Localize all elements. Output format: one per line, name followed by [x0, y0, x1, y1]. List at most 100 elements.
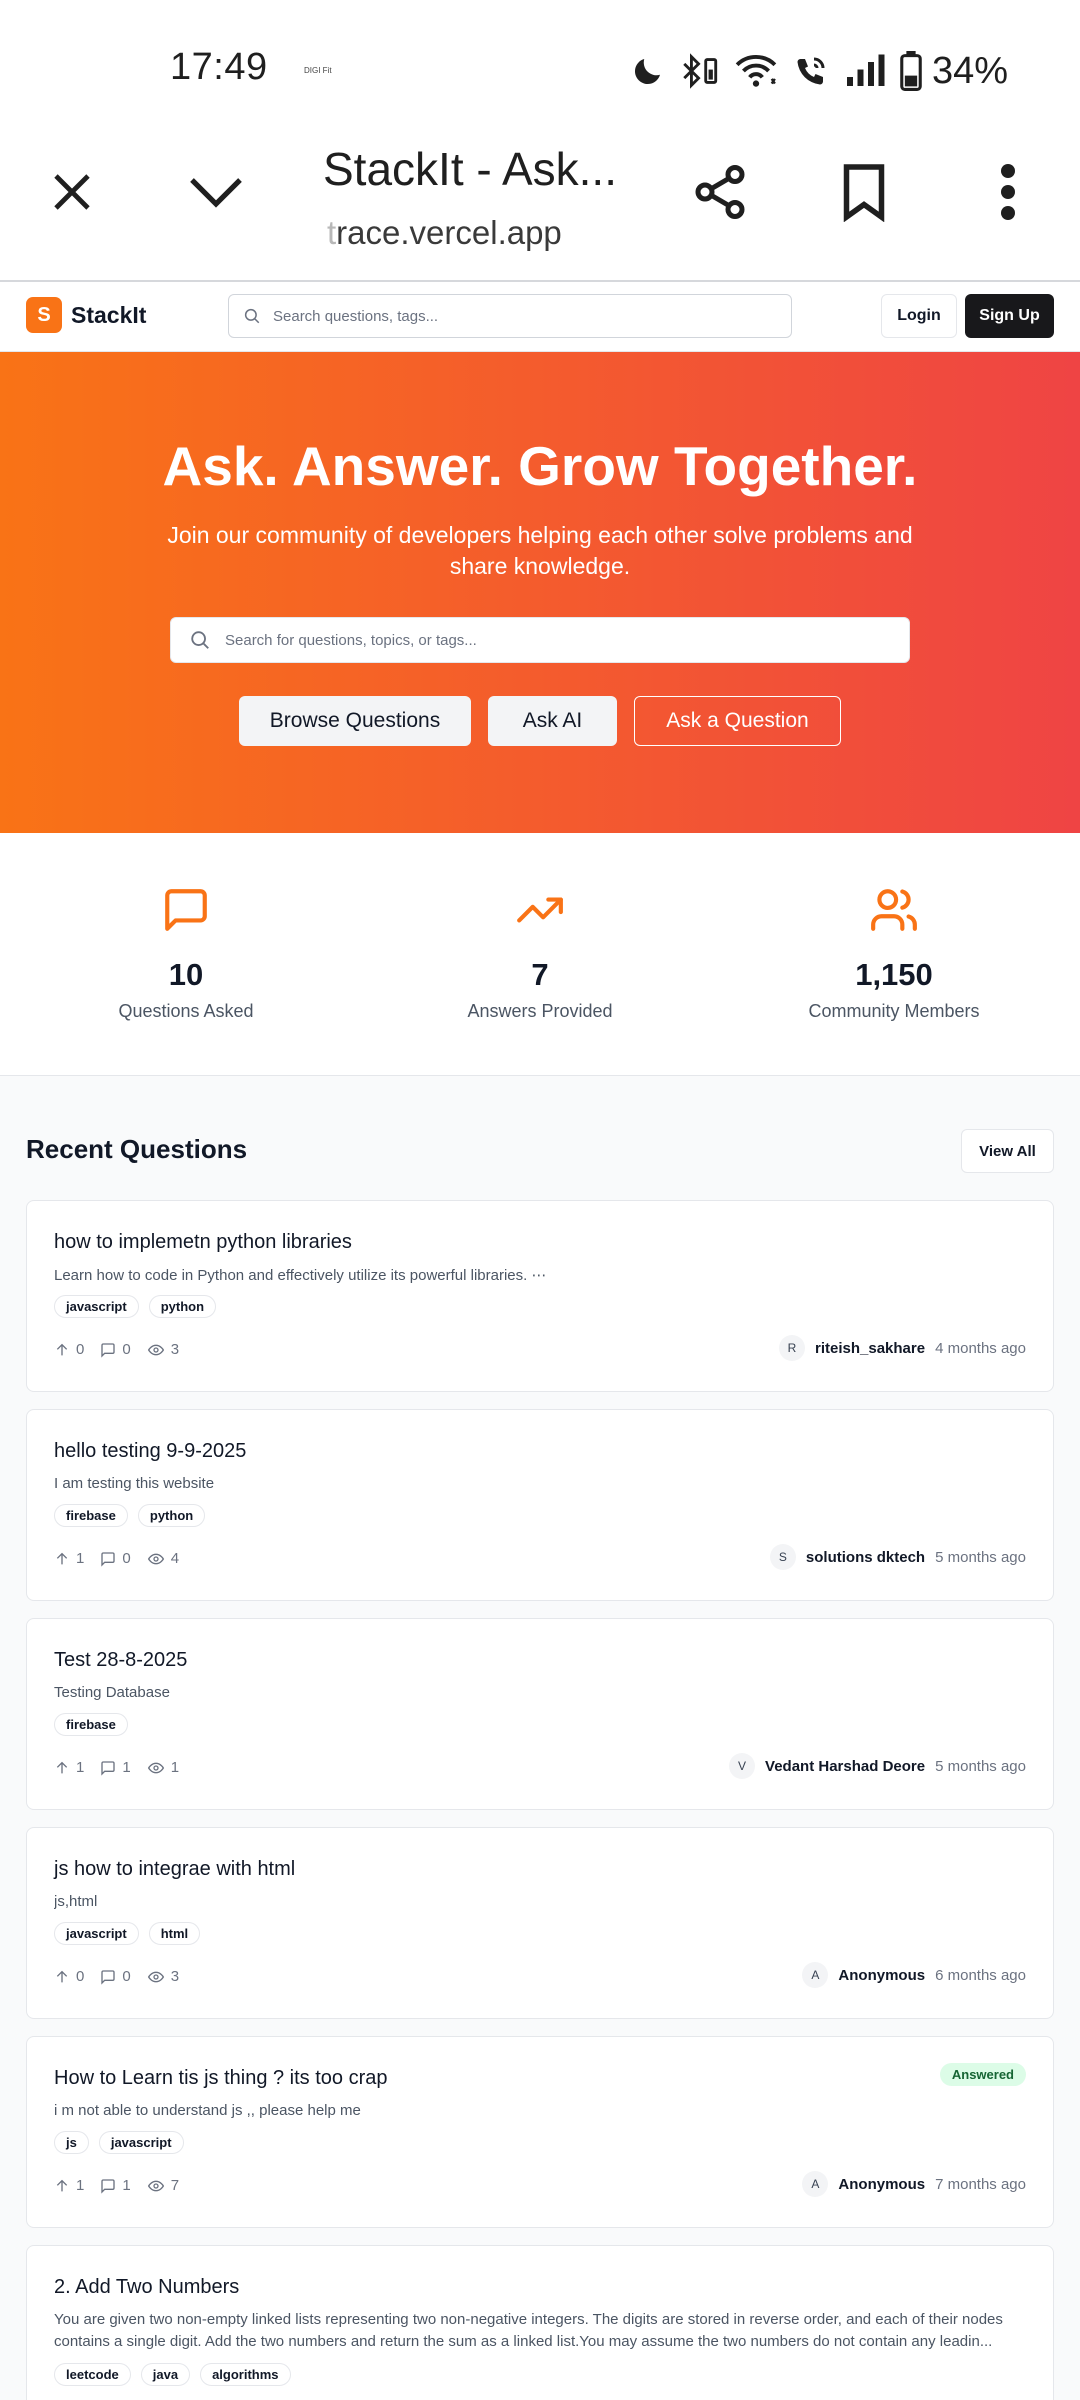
minimize-button[interactable]	[184, 160, 248, 224]
question-author[interactable]: V Vedant Harshad Deore 5 months ago	[729, 1753, 1026, 1779]
question-author[interactable]: S solutions dktech 5 months ago	[769, 1544, 1026, 1570]
arrow-up-icon	[56, 1343, 68, 1355]
stat-value: 7	[531, 957, 549, 992]
recent-questions-section: Recent Questions View All how to impleme…	[0, 1076, 1080, 2400]
battery-icon	[900, 51, 922, 91]
tag[interactable]: algorithms	[200, 2363, 291, 2386]
author-name[interactable]: Anonymous	[838, 2176, 925, 2193]
hero-subtitle: Join our community of developers helping…	[167, 522, 913, 579]
author-name[interactable]: riteish_sakhare	[815, 1340, 925, 1357]
question-title[interactable]: 2. Add Two Numbers	[54, 2276, 239, 2299]
stat-label: Community Members	[808, 1001, 980, 1021]
question-tags: javascript python	[54, 1295, 217, 1318]
question-description: I am testing this website	[54, 1475, 215, 1492]
ask-ai-button[interactable]: Ask AI	[488, 696, 617, 746]
question-author[interactable]: A Anonymous 6 months ago	[802, 1962, 1026, 1988]
share-button[interactable]	[688, 160, 752, 224]
chevron-down-icon	[190, 178, 242, 208]
tag[interactable]: javascript	[98, 2131, 184, 2154]
vote-value: 0	[76, 1968, 85, 1985]
question-card[interactable]: Test 28-8-2025 Testing Database firebase…	[26, 1618, 1054, 1810]
tag[interactable]: java	[140, 2363, 191, 2386]
eye-icon	[147, 2180, 164, 2191]
answer-count: 1	[100, 2177, 131, 2194]
logo-badge[interactable]: S	[26, 297, 62, 333]
bluetooth-battery-icon	[683, 53, 718, 89]
browse-questions-button[interactable]: Browse Questions	[239, 696, 471, 746]
question-tags: javascript html	[54, 1922, 201, 1945]
search-icon	[244, 308, 260, 324]
question-card[interactable]: how to implemetn python libraries Learn …	[26, 1200, 1054, 1392]
question-tags: firebase python	[54, 1504, 206, 1527]
time-ago: 6 months ago	[935, 1966, 1026, 1984]
question-card[interactable]: How to Learn tis js thing ? its too crap…	[26, 2036, 1054, 2228]
question-title[interactable]: Test 28-8-2025	[54, 1649, 187, 1672]
nav-search-box[interactable]	[228, 294, 792, 338]
question-description: Testing Database	[54, 1684, 170, 1701]
eye-icon	[147, 1553, 164, 1564]
browser-page-title[interactable]: StackIt - Ask...	[323, 142, 617, 196]
share-icon	[695, 165, 745, 220]
question-title[interactable]: how to implemetn python libraries	[54, 1231, 352, 1254]
tag[interactable]: python	[148, 1295, 217, 1318]
ask-question-button[interactable]: Ask a Question	[634, 696, 841, 746]
answer-count: 0	[100, 1968, 131, 1985]
answer-count: 1	[100, 1759, 131, 1776]
question-card[interactable]: js how to integrae with html js,html jav…	[26, 1827, 1054, 2019]
message-square-icon	[101, 1760, 116, 1776]
arrow-up-icon	[56, 1761, 68, 1773]
vote-count: 1	[54, 1550, 84, 1567]
tag[interactable]: firebase	[54, 1504, 128, 1527]
avatar: A	[802, 1962, 829, 1988]
eye-icon	[147, 1971, 164, 1982]
tag[interactable]: python	[137, 1504, 206, 1527]
status-carrier-text: DIGI Fit	[304, 66, 332, 75]
logo-text[interactable]: StackIt	[71, 302, 146, 329]
eye-icon	[147, 1762, 164, 1773]
browser-url[interactable]: trace.vercel.app	[327, 214, 562, 252]
question-card[interactable]: hello testing 9-9-2025 I am testing this…	[26, 1409, 1054, 1601]
more-menu-button[interactable]	[976, 160, 1040, 224]
nav-search-input[interactable]	[273, 307, 753, 325]
answer-value: 0	[122, 1550, 131, 1567]
tag[interactable]: js	[54, 2131, 89, 2154]
vote-count: 1	[54, 1759, 84, 1776]
tag[interactable]: javascript	[54, 1295, 139, 1318]
view-count: 7	[147, 2177, 179, 2194]
tag[interactable]: leetcode	[54, 2363, 131, 2386]
close-tab-button[interactable]	[40, 160, 104, 224]
login-button[interactable]: Login	[881, 294, 957, 338]
stat-value: 1,150	[855, 957, 933, 992]
avatar: A	[802, 2171, 829, 2197]
view-count: 3	[147, 1968, 179, 1985]
signup-button[interactable]: Sign Up	[965, 294, 1054, 338]
hero-title: Ask. Answer. Grow Together.	[162, 435, 918, 497]
question-card[interactable]: 2. Add Two Numbers You are given two non…	[26, 2245, 1054, 2400]
author-name[interactable]: Vedant Harshad Deore	[765, 1758, 925, 1775]
bookmark-button[interactable]	[832, 160, 896, 224]
view-all-button[interactable]: View All	[961, 1129, 1054, 1173]
question-title[interactable]: hello testing 9-9-2025	[54, 1440, 246, 1463]
question-author[interactable]: A Anonymous 7 months ago	[802, 2171, 1026, 2197]
answer-value: 0	[122, 1341, 131, 1358]
question-title[interactable]: How to Learn tis js thing ? its too crap	[54, 2067, 388, 2090]
stat-members: 1,150 Community Members	[724, 885, 1064, 1022]
answer-count: 0	[100, 1341, 131, 1358]
question-tags: js javascript	[54, 2131, 184, 2154]
message-square-icon	[101, 2178, 116, 2194]
hero-search-box[interactable]	[170, 617, 910, 663]
tag[interactable]: javascript	[54, 1922, 139, 1945]
view-count: 3	[147, 1341, 179, 1358]
vote-count: 0	[54, 1968, 84, 1985]
author-name[interactable]: solutions dktech	[806, 1549, 925, 1566]
time-ago: 5 months ago	[935, 1548, 1026, 1566]
question-title[interactable]: js how to integrae with html	[54, 1858, 295, 1881]
tag[interactable]: firebase	[54, 1713, 128, 1736]
vote-value: 1	[76, 2177, 85, 2194]
tag[interactable]: html	[148, 1922, 201, 1945]
author-name[interactable]: Anonymous	[838, 1967, 925, 1984]
url-faded-part: t	[327, 214, 337, 251]
hero-search-input[interactable]	[225, 631, 885, 649]
question-stats: 1 1 1	[54, 1759, 179, 1776]
question-author[interactable]: R riteish_sakhare 4 months ago	[779, 1335, 1026, 1361]
